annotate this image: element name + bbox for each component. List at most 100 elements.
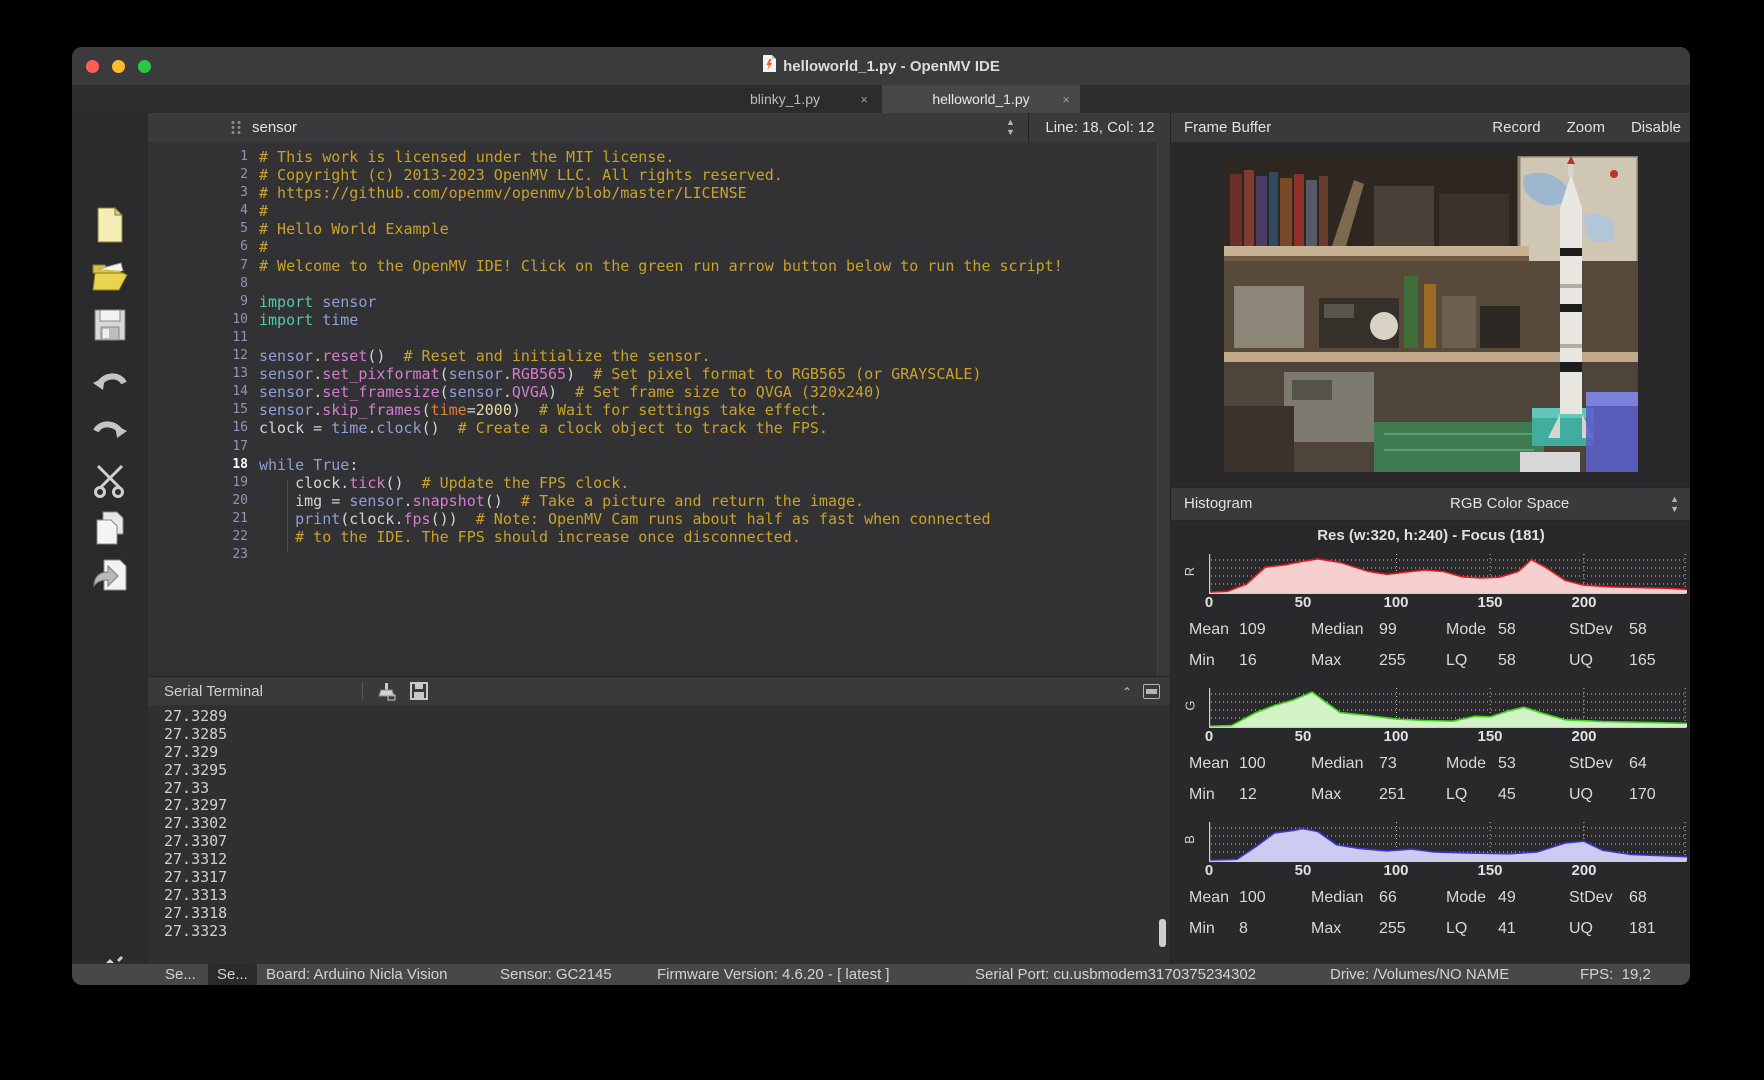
code-line[interactable]: 14sensor.set_framesize(sensor.QVGA) # Se…: [148, 383, 1170, 401]
code-line[interactable]: 8: [148, 275, 1170, 293]
stat-value: 73: [1379, 755, 1397, 773]
axis-tick-label: 50: [1295, 862, 1312, 879]
open-file-button[interactable]: [90, 255, 130, 295]
serial-terminal-output[interactable]: 27.328927.328527.32927.329527.3327.32972…: [148, 705, 1170, 963]
stat-value: 68: [1629, 889, 1647, 907]
status-fps[interactable]: FPS: 19,2: [1580, 964, 1651, 985]
code-line[interactable]: 3# https://github.com/openmv/openmv/blob…: [148, 184, 1170, 202]
line-number: 1: [148, 148, 252, 166]
record-button[interactable]: Record: [1492, 119, 1540, 136]
stat-label: Min: [1189, 786, 1239, 804]
line-number: 23: [148, 546, 252, 564]
histogram-G-stats-row: Min12Max251LQ45UQ170: [1171, 779, 1690, 810]
axis-tick-label: 200: [1571, 728, 1596, 745]
terminal-scrollbar[interactable]: [1159, 919, 1166, 947]
stat-value: 100: [1239, 755, 1266, 773]
code-line[interactable]: 5# Hello World Example: [148, 220, 1170, 238]
histogram-channel-B: B050100150200Mean100Median66Mode49StDev6…: [1171, 820, 1690, 944]
frame-buffer-image[interactable]: [1224, 156, 1638, 472]
code-line[interactable]: 20 img = sensor.snapshot() # Take a pict…: [148, 492, 1170, 510]
disable-button[interactable]: Disable: [1631, 119, 1681, 136]
histogram-B-axis-ticks: 050100150200: [1209, 862, 1687, 882]
redo-button[interactable]: [90, 413, 130, 453]
line-number: 16: [148, 419, 252, 437]
stat-value: 16: [1239, 652, 1257, 670]
status-firmware[interactable]: Firmware Version: 4.6.20 - [ latest ]: [657, 964, 890, 985]
status-se-2[interactable]: Se...: [208, 964, 257, 985]
cursor-position-indicator: Line: 18, Col: 12: [1028, 113, 1171, 142]
code-line[interactable]: 6#: [148, 238, 1170, 256]
popout-terminal-icon[interactable]: [1143, 684, 1160, 699]
copy-button[interactable]: [90, 508, 130, 548]
code-line[interactable]: 18while True:: [148, 456, 1170, 474]
collapse-terminal-icon[interactable]: ⌃: [1122, 685, 1132, 699]
channel-axis-label: G: [1183, 700, 1198, 710]
stat-label: Mean: [1189, 621, 1239, 639]
histogram-header: Histogram RGB Color Space ▲▼: [1171, 487, 1690, 521]
line-number: 14: [148, 383, 252, 401]
save-log-icon[interactable]: [410, 682, 428, 705]
code-line[interactable]: 16clock = time.clock() # Create a clock …: [148, 419, 1170, 437]
status-se-1[interactable]: Se...: [165, 964, 196, 985]
stat-label: Max: [1311, 652, 1379, 670]
code-line[interactable]: 12sensor.reset() # Reset and initialize …: [148, 347, 1170, 365]
zoom-button[interactable]: Zoom: [1567, 119, 1605, 136]
stat-label: Mode: [1446, 621, 1498, 639]
editor-tab-bar: blinky_1.py × helloworld_1.py ×: [72, 85, 1690, 114]
status-serial-port[interactable]: Serial Port: cu.usbmodem3170375234302: [975, 964, 1256, 985]
code-line[interactable]: 23: [148, 546, 1170, 564]
stat-label: LQ: [1446, 920, 1498, 938]
status-sensor[interactable]: Sensor: GC2145: [500, 964, 612, 985]
code-line[interactable]: 2# Copyright (c) 2013-2023 OpenMV LLC. A…: [148, 166, 1170, 184]
stat-label: Mean: [1189, 755, 1239, 773]
status-drive[interactable]: Drive: /Volumes/NO NAME: [1330, 964, 1509, 985]
indent-guide: [287, 480, 288, 552]
tab-close-icon[interactable]: ×: [1062, 92, 1070, 107]
code-line[interactable]: 15sensor.skip_frames(time=2000) # Wait f…: [148, 401, 1170, 419]
code-editor[interactable]: 1# This work is licensed under the MIT l…: [148, 142, 1170, 676]
code-line[interactable]: 11: [148, 329, 1170, 347]
code-line[interactable]: 1# This work is licensed under the MIT l…: [148, 148, 1170, 166]
stat-label: Mean: [1189, 889, 1239, 907]
tab-helloworld[interactable]: helloworld_1.py ×: [882, 85, 1080, 113]
code-line[interactable]: 7# Welcome to the OpenMV IDE! Click on t…: [148, 257, 1170, 275]
code-line[interactable]: 4#: [148, 202, 1170, 220]
chevron-up-down-icon[interactable]: ▲▼: [1006, 117, 1015, 137]
channel-axis-label: B: [1182, 835, 1197, 844]
line-number: 5: [148, 220, 252, 238]
clear-terminal-icon[interactable]: [376, 682, 396, 706]
frame-buffer-body: [1171, 142, 1690, 487]
window-title: helloworld_1.py - OpenMV IDE: [783, 58, 1000, 75]
new-file-button[interactable]: [90, 205, 130, 245]
undo-button[interactable]: [90, 365, 130, 405]
terminal-line: 27.3313: [164, 887, 227, 905]
chevron-up-down-icon[interactable]: ▲▼: [1670, 494, 1679, 514]
code-line[interactable]: 9import sensor: [148, 293, 1170, 311]
code-line[interactable]: 21 print(clock.fps()) # Note: OpenMV Cam…: [148, 510, 1170, 528]
histogram-channel-R: R050100150200Mean109Median99Mode58StDev5…: [1171, 552, 1690, 676]
status-bar: Se... Se... Board: Arduino Nicla Vision Sen…: [72, 963, 1690, 985]
line-number: 3: [148, 184, 252, 202]
stat-label: StDev: [1569, 889, 1629, 907]
code-line[interactable]: 17: [148, 438, 1170, 456]
status-board[interactable]: Board: Arduino Nicla Vision: [266, 964, 448, 985]
axis-tick-label: 0: [1205, 594, 1213, 611]
tab-close-icon[interactable]: ×: [860, 92, 868, 107]
title-bar[interactable]: helloworld_1.py - OpenMV IDE: [72, 47, 1690, 86]
stat-value: 255: [1379, 920, 1406, 938]
cut-button[interactable]: [90, 460, 130, 500]
save-button[interactable]: [90, 305, 130, 345]
code-line[interactable]: 22 # to the IDE. The FPS should increase…: [148, 528, 1170, 546]
histogram-channel-G: G050100150200Mean100Median73Mode53StDev6…: [1171, 686, 1690, 810]
terminal-line: 27.3297: [164, 797, 227, 815]
color-space-dropdown[interactable]: RGB Color Space: [1450, 488, 1569, 520]
paste-button[interactable]: [90, 555, 130, 595]
axis-tick-label: 150: [1477, 728, 1502, 745]
tab-blinky[interactable]: blinky_1.py ×: [692, 85, 878, 113]
code-line[interactable]: 10import time: [148, 311, 1170, 329]
stat-label: StDev: [1569, 621, 1629, 639]
editor-scrollbar[interactable]: [1157, 142, 1170, 676]
code-line[interactable]: 13sensor.set_pixformat(sensor.RGB565) # …: [148, 365, 1170, 383]
code-line[interactable]: 19 clock.tick() # Update the FPS clock.: [148, 474, 1170, 492]
function-navigator-dropdown[interactable]: sensor: [252, 113, 297, 142]
